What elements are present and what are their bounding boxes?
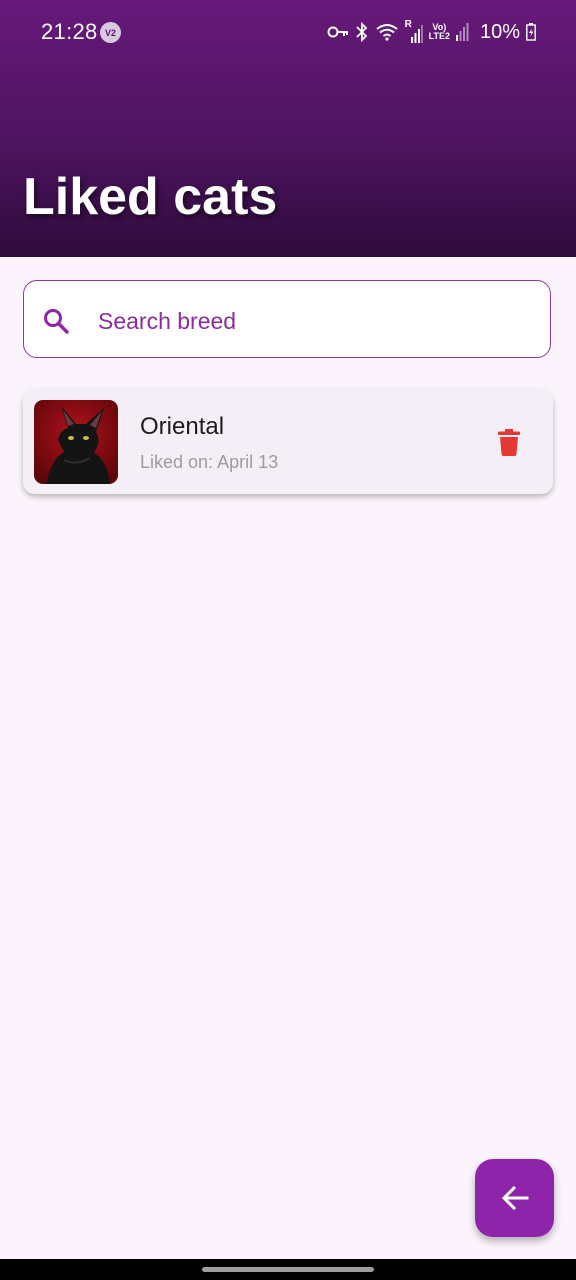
delete-button[interactable]: [489, 422, 529, 462]
back-fab[interactable]: [475, 1159, 554, 1237]
battery-charging-icon: [526, 23, 536, 41]
signal-icon: [455, 23, 469, 41]
arrow-left-icon: [501, 1185, 528, 1211]
volte-badge: V2: [100, 22, 121, 43]
home-indicator[interactable]: [202, 1267, 374, 1272]
status-time: 21:28: [41, 19, 98, 44]
status-bar: 21:28 V2 R Vo) LTE2 10%: [0, 0, 576, 64]
cat-breed-name: Oriental: [140, 413, 225, 440]
signal-roaming: R: [405, 19, 423, 43]
system-nav-bar: [0, 1259, 576, 1280]
cat-photo: [34, 400, 118, 484]
liked-cat-card[interactable]: Oriental Liked on: April 13: [23, 389, 553, 494]
wifi-icon: [376, 24, 398, 41]
search-icon: [44, 309, 69, 334]
trash-icon: [498, 428, 520, 456]
key-icon: [327, 26, 348, 38]
search-bar[interactable]: [23, 280, 551, 358]
status-icons: R Vo) LTE2 10%: [327, 19, 536, 45]
bluetooth-icon: [355, 22, 367, 42]
battery-percent: 10%: [479, 20, 520, 43]
app-header: 21:28 V2 R Vo) LTE2 10% Liked cats: [0, 0, 576, 257]
lte-label: LTE2: [428, 31, 450, 41]
page-title: Liked cats: [23, 168, 278, 226]
lte-indicator: Vo) LTE2: [429, 23, 450, 41]
search-input[interactable]: [96, 300, 520, 342]
cat-liked-date: Liked on: April 13: [140, 452, 279, 472]
signal-icon: [410, 25, 423, 43]
